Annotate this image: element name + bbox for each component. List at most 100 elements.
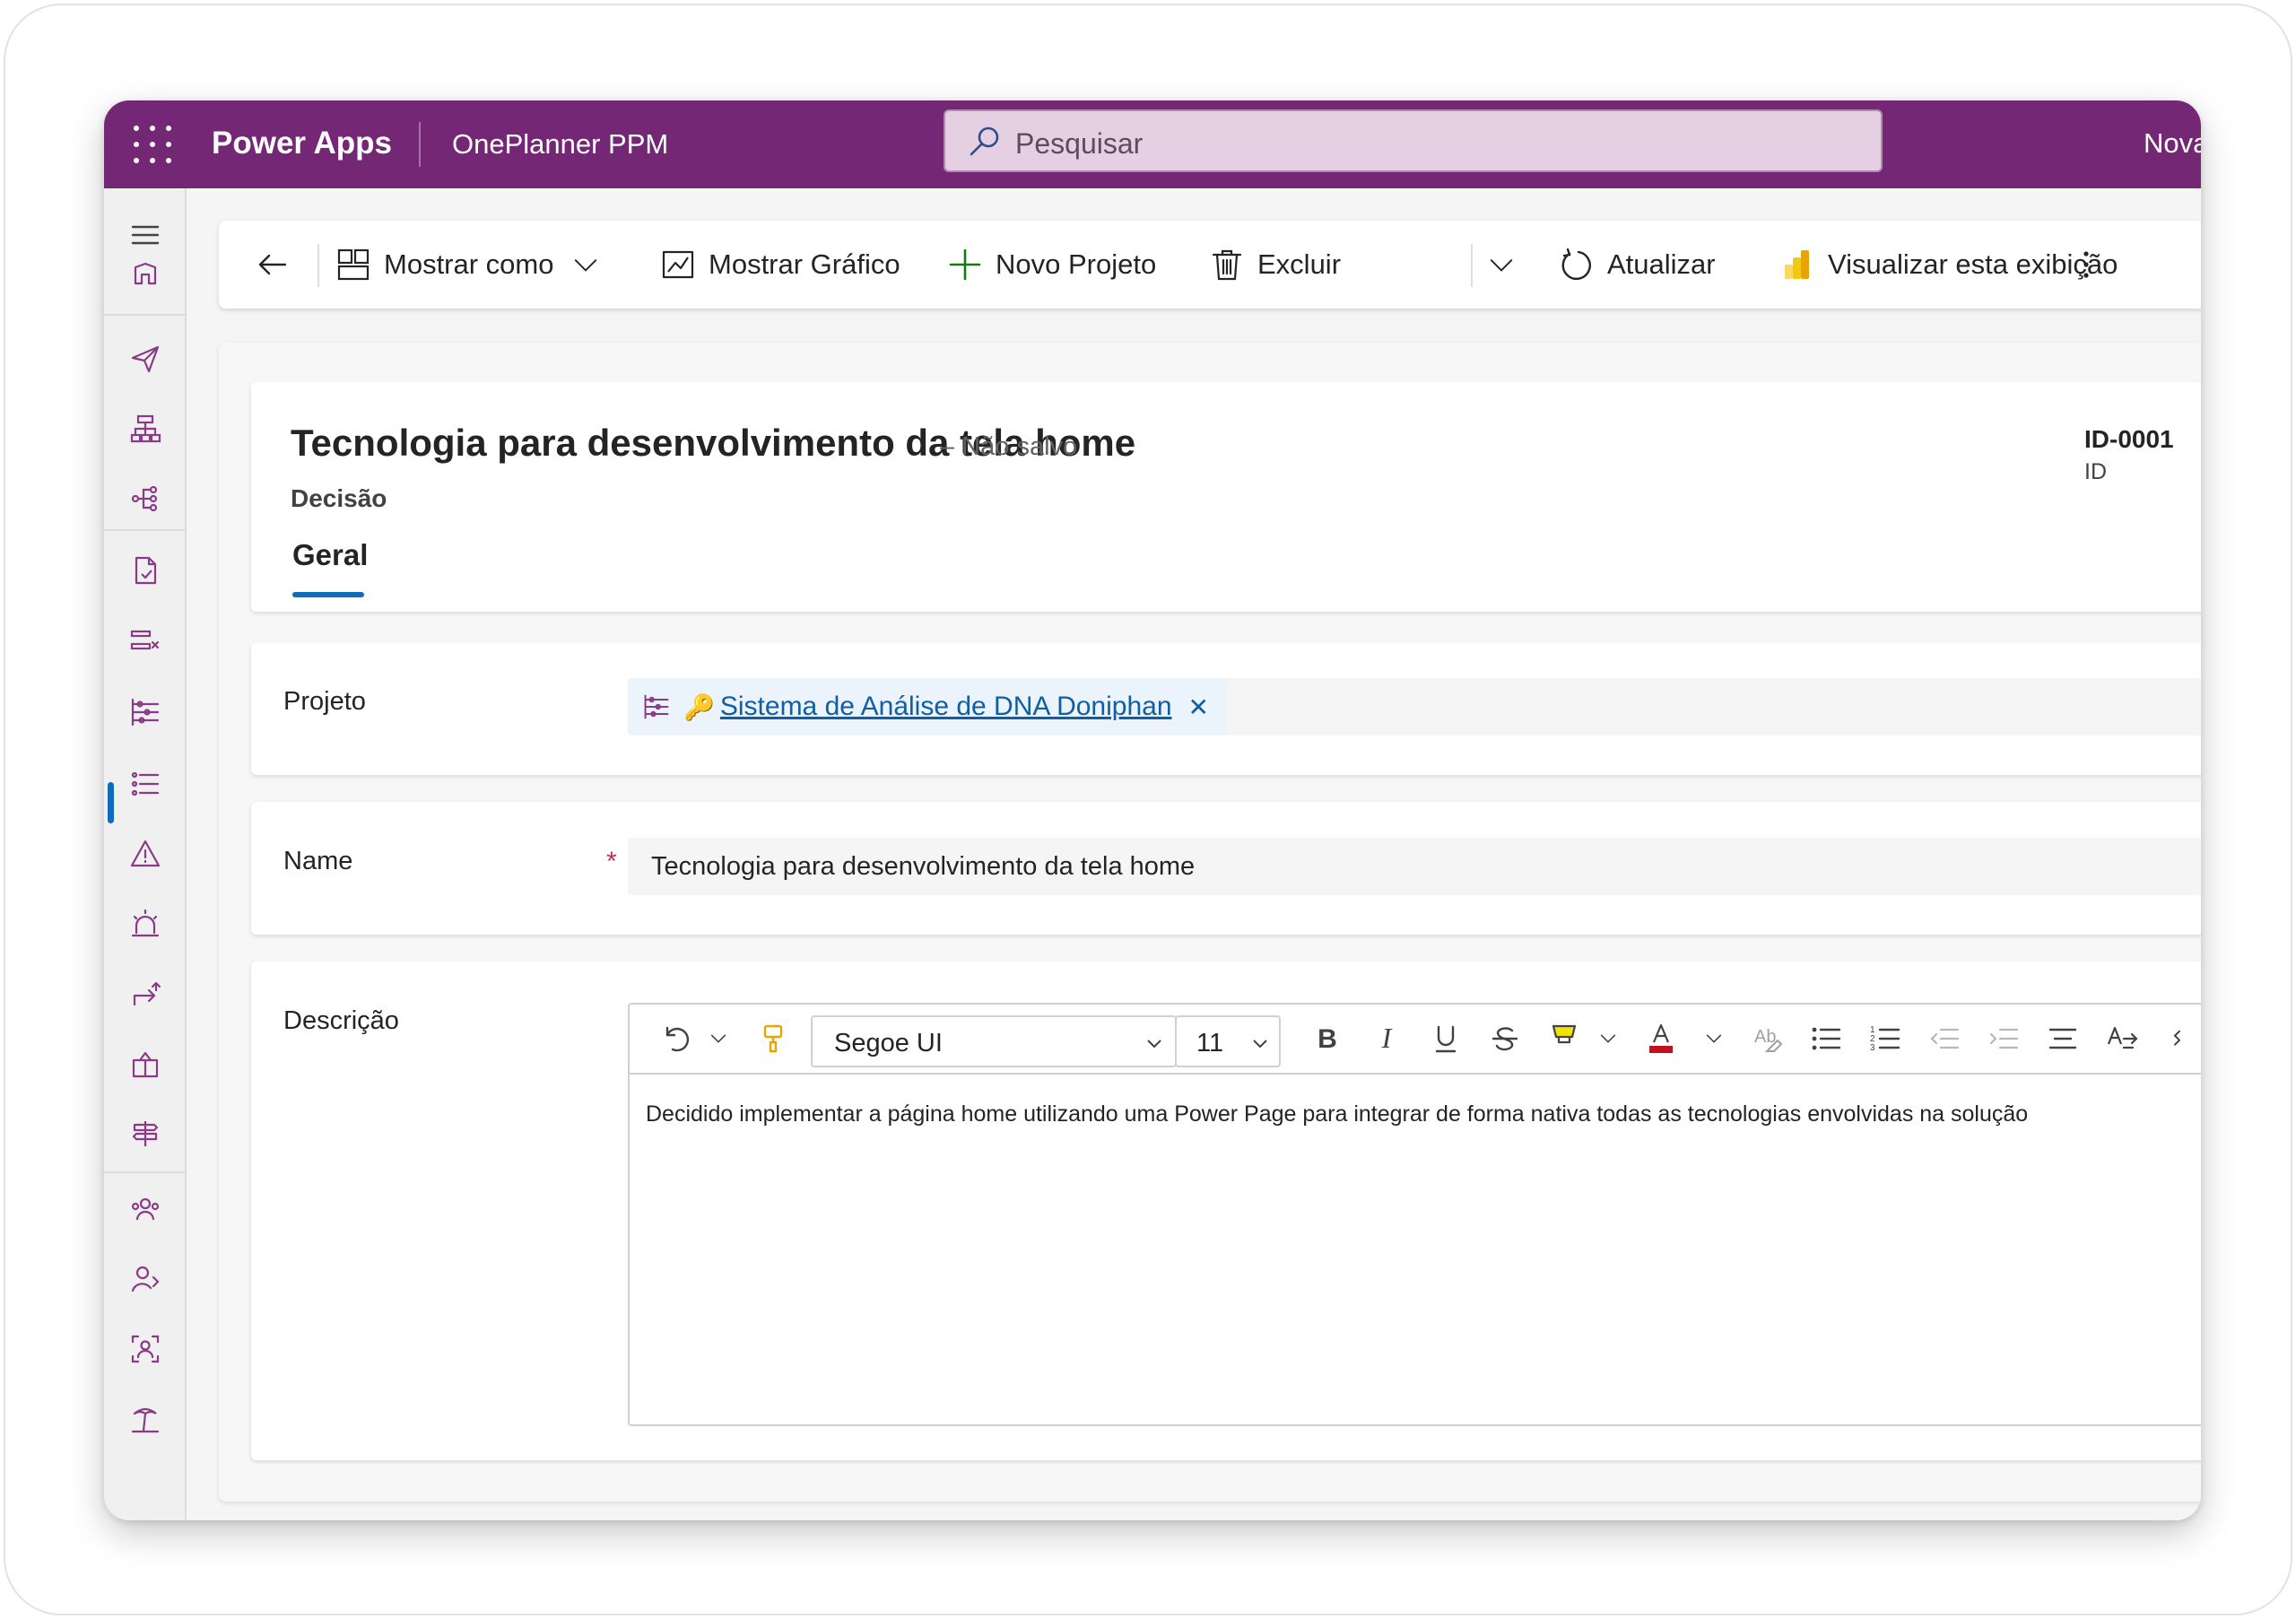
new-menu-label[interactable]: Nova (2144, 127, 2201, 160)
record-header: Tecnologia para desenvolvimento da tela … (251, 382, 2201, 612)
nav-team-icon[interactable] (120, 1184, 170, 1234)
search-input[interactable]: Pesquisar (1015, 127, 1143, 161)
project-lookup-link[interactable]: Sistema de Análise de DNA Doniphan (720, 692, 1172, 722)
text-direction-button[interactable] (2102, 1019, 2142, 1058)
nav-tree-icon[interactable] (120, 474, 170, 524)
app-launcher-icon[interactable] (131, 123, 174, 166)
bold-button[interactable]: B (1308, 1019, 1347, 1058)
highlight-dropdown-button[interactable] (1595, 1019, 1622, 1058)
chevron-down-icon (575, 259, 597, 272)
show-chart-label: Mostrar Gráfico (709, 248, 900, 280)
rte-toolbar: Segoe UI 11 B I Ab 1 2 3 (630, 1005, 2201, 1075)
nav-hierarchy-icon[interactable] (120, 404, 170, 454)
visualize-view-button[interactable]: Visualizar esta exibição (1779, 221, 2118, 309)
form-area: Tecnologia para desenvolvimento da tela … (219, 343, 2201, 1501)
nav-send-icon[interactable] (120, 334, 170, 384)
project-lookup-chip[interactable]: 🔑 Sistema de Análise de DNA Doniphan ✕ (628, 678, 1227, 736)
chevron-down-icon (710, 1034, 726, 1043)
nav-warning-icon[interactable] (120, 829, 170, 879)
chevron-down-icon (1600, 1034, 1616, 1043)
nav-package-icon[interactable] (120, 1039, 170, 1089)
brand-name[interactable]: Power Apps (212, 126, 392, 161)
back-arrow-icon (258, 254, 287, 275)
refresh-button[interactable]: Atualizar (1559, 221, 1716, 309)
decrease-indent-icon (1930, 1028, 1960, 1049)
nav-document-check-icon[interactable] (120, 545, 170, 596)
delete-button[interactable]: Excluir (1209, 221, 1341, 309)
bullet-list-button[interactable] (1806, 1019, 1846, 1058)
nav-signpost-icon[interactable] (120, 1109, 170, 1159)
record-id-value: ID-0001 (2084, 425, 2174, 453)
description-text[interactable]: Decidido implementar a página home utili… (646, 1101, 2028, 1127)
numbered-list-button[interactable]: 123 (1866, 1019, 1905, 1058)
highlight-button[interactable] (1544, 1019, 1584, 1058)
show-as-button[interactable]: Mostrar como (335, 221, 613, 309)
topbar-divider (419, 122, 421, 167)
nav-list-x-icon[interactable] (120, 615, 170, 666)
font-family-value: Segoe UI (834, 1029, 943, 1058)
refresh-icon (1561, 248, 1591, 281)
remove-lookup-icon[interactable]: ✕ (1188, 692, 1209, 722)
strikethrough-button[interactable] (1485, 1019, 1525, 1058)
undo-button[interactable] (657, 1019, 696, 1058)
nav-decisions-icon[interactable] (120, 687, 170, 737)
format-painter-button[interactable] (753, 1019, 793, 1058)
command-bar: Mostrar como Mostrar Gráfico Novo Projet… (219, 221, 2201, 309)
align-button[interactable] (2043, 1019, 2083, 1058)
show-chart-button[interactable]: Mostrar Gráfico (660, 221, 900, 309)
active-tab-indicator (292, 592, 364, 597)
name-input[interactable]: Tecnologia para desenvolvimento da tela … (628, 838, 2201, 895)
nav-bullet-list-icon[interactable] (120, 759, 170, 809)
record-id-label: ID (2084, 459, 2107, 484)
decrease-indent-button[interactable] (1925, 1019, 1964, 1058)
highlight-icon (1552, 1024, 1577, 1044)
trash-icon (1212, 249, 1242, 281)
nav-arrows-icon[interactable] (120, 969, 170, 1019)
search-box[interactable]: Pesquisar (944, 109, 1883, 172)
description-rich-text-editor[interactable]: Segoe UI 11 B I Ab 1 2 3 Decidido implem… (628, 1003, 2201, 1426)
font-family-select[interactable]: Segoe UI (811, 1015, 1177, 1067)
nav-divider (104, 1171, 187, 1173)
name-field-section: Name * Tecnologia para desenvolvimento d… (251, 802, 2201, 935)
tab-general[interactable]: Geral (292, 538, 368, 572)
increase-indent-button[interactable] (1984, 1019, 2023, 1058)
new-project-label: Novo Projeto (996, 248, 1157, 280)
app-name[interactable]: OnePlanner PPM (452, 128, 668, 161)
chevron-down-icon (1253, 1040, 1267, 1049)
italic-button[interactable]: I (1367, 1019, 1406, 1058)
underline-button[interactable] (1426, 1019, 1465, 1058)
nav-person-focus-icon[interactable] (120, 1324, 170, 1374)
overflow-menu-button[interactable] (2068, 221, 2117, 309)
nav-active-indicator (108, 782, 114, 823)
font-size-select[interactable]: 11 (1175, 1015, 1281, 1067)
nav-vacation-icon[interactable] (120, 1394, 170, 1444)
nav-person-arrow-icon[interactable] (120, 1254, 170, 1304)
clear-formatting-button[interactable]: Ab (1747, 1019, 1787, 1058)
chevron-down-icon (1490, 259, 1513, 272)
font-color-dropdown-button[interactable] (1700, 1019, 1727, 1058)
chevron-down-icon (1706, 1034, 1722, 1043)
back-button[interactable] (255, 221, 303, 309)
chart-icon (662, 250, 694, 279)
command-separator (317, 244, 319, 287)
project-lookup[interactable]: 🔑 Sistema de Análise de DNA Doniphan ✕ (628, 678, 2201, 736)
search-icon (970, 126, 999, 156)
font-color-icon (1649, 1023, 1673, 1053)
font-color-button[interactable] (1641, 1019, 1681, 1058)
nav-alert-icon[interactable] (120, 899, 170, 949)
app-window: Power Apps OnePlanner PPM Pesquisar Nova (104, 100, 2201, 1520)
entity-name: Decisão (291, 484, 387, 512)
more-tools-icon (2173, 1030, 2180, 1046)
plus-icon (949, 248, 981, 281)
new-project-button[interactable]: Novo Projeto (947, 221, 1156, 309)
refresh-label: Atualizar (1607, 248, 1716, 280)
bold-icon: B (1318, 1024, 1337, 1054)
increase-indent-icon (1989, 1028, 2019, 1049)
svg-text:3: 3 (1870, 1043, 1875, 1053)
more-tools-button[interactable] (2161, 1019, 2197, 1058)
nav-home-icon[interactable] (120, 249, 170, 300)
undo-dropdown-button[interactable] (705, 1019, 732, 1058)
more-options-dropdown[interactable] (1487, 221, 1528, 309)
nav-divider (104, 314, 187, 316)
layout-icon (337, 248, 370, 281)
